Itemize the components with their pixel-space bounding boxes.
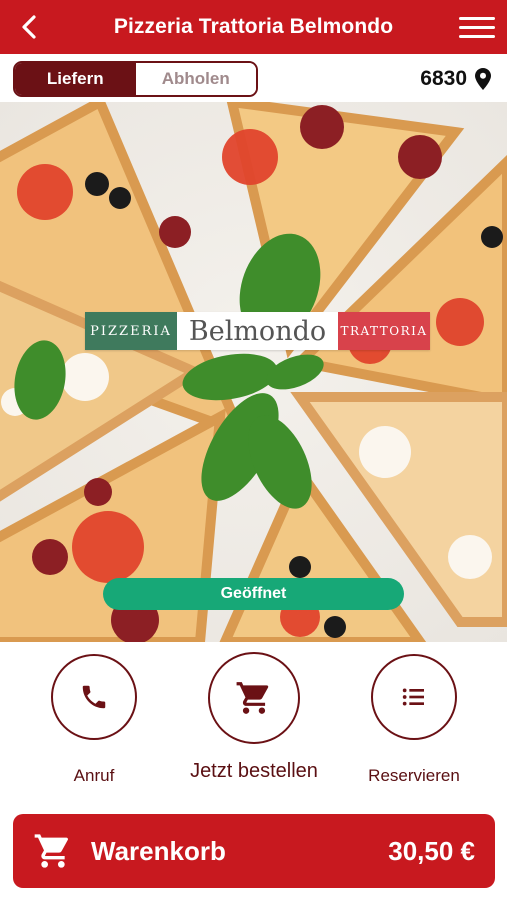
call-label: Anruf	[73, 766, 115, 785]
order-now-label: Jetzt bestellen	[190, 760, 318, 782]
shopping-cart-icon	[236, 682, 269, 714]
reserve-label: Reservieren	[368, 766, 460, 785]
cart-total: 30,50 €	[388, 836, 475, 866]
app-header: Pizzeria Trattoria Belmondo	[0, 0, 507, 54]
status-badge: Geöffnet	[103, 578, 404, 610]
back-button[interactable]	[14, 12, 44, 42]
order-now-button[interactable]	[208, 652, 300, 744]
chevron-left-icon	[22, 15, 36, 39]
logo-belmondo: Belmondo	[188, 315, 327, 347]
map-pin-icon	[475, 68, 491, 90]
order-mode-toggle: Liefern Abholen	[13, 61, 258, 97]
restaurant-logo: PIZZERIA Belmondo TRATTORIA	[85, 312, 430, 350]
page-title: Pizzeria Trattoria Belmondo	[113, 15, 394, 38]
logo-trattoria: TRATTORIA	[338, 312, 430, 350]
postal-code: 6830	[420, 67, 467, 90]
location-selector[interactable]: 6830	[420, 64, 491, 94]
tab-liefern[interactable]: Liefern	[15, 63, 136, 95]
call-circle[interactable]	[51, 654, 137, 740]
cart-button[interactable]: Warenkorb 30,50 €	[13, 814, 495, 888]
list-icon	[402, 688, 424, 706]
order-mode-bar: Liefern Abholen 6830	[0, 54, 507, 102]
cart-label: Warenkorb	[91, 835, 226, 866]
hero-image: PIZZERIA Belmondo TRATTORIA	[0, 102, 507, 642]
pizza-illustration	[0, 102, 507, 642]
tab-abholen[interactable]: Abholen	[135, 63, 256, 95]
phone-icon	[82, 685, 106, 709]
hamburger-menu-icon[interactable]	[459, 12, 495, 42]
order-circle[interactable]	[208, 652, 300, 744]
shopping-cart-icon	[34, 834, 68, 868]
call-button[interactable]: Anruf	[50, 654, 138, 786]
quick-actions: Anruf Jetzt bestellen Reservieren	[0, 642, 507, 802]
reserve-circle[interactable]	[371, 654, 457, 740]
reserve-button[interactable]: Reservieren	[368, 654, 460, 786]
logo-pizzeria: PIZZERIA	[85, 312, 177, 350]
